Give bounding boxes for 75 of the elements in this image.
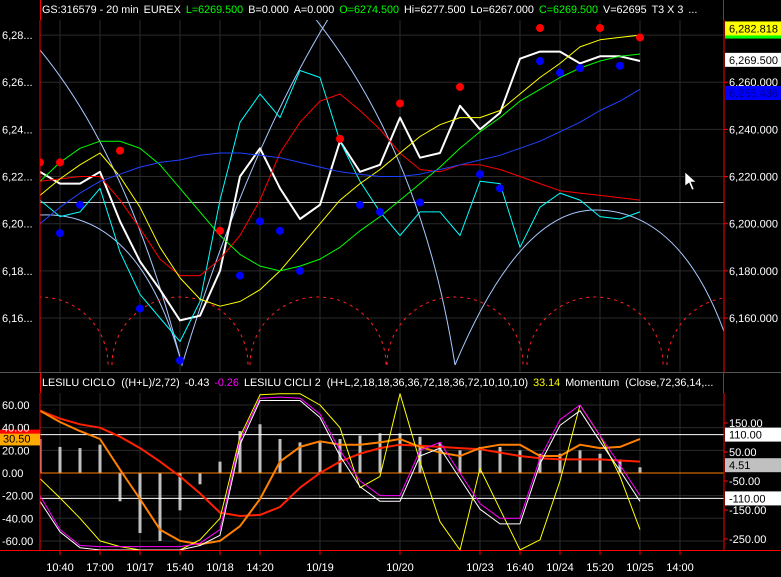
x-tick-label: 17:00 [86, 562, 114, 574]
axis-label: 6,180.000 [724, 266, 778, 278]
axis-label: -20.00 [2, 490, 34, 503]
x-tick-label: 14:00 [666, 562, 694, 574]
indicator-label: -0.43 [184, 376, 210, 390]
indicator-label: -0.26 [214, 376, 239, 390]
axis-label: 6,16... [2, 313, 33, 325]
quote-field: T3 X 3 [652, 3, 684, 17]
value-tag: -110.00 [725, 491, 781, 506]
x-tick-label: 14:20 [246, 562, 274, 574]
axis-label: 6,24... [2, 124, 33, 136]
axis-label: 6,18... [2, 266, 33, 278]
axis-label: -50.00 [724, 476, 760, 488]
x-tick-label: 10/19 [306, 562, 334, 574]
axis-label: 6,220.000 [724, 172, 778, 184]
quote-field: L=6269.500 [186, 3, 244, 17]
x-tick-label: 10/25 [626, 562, 654, 574]
axis-label: 6,160.000 [724, 313, 778, 325]
time-label: 10/24 [546, 550, 574, 574]
time-label: 10/25 [626, 550, 654, 574]
time-label: 10/18 [206, 550, 234, 574]
x-tick-label: 15:20 [586, 562, 614, 574]
axis-label: 20.00 [2, 445, 30, 458]
x-tick-label: 10/24 [546, 562, 574, 574]
axis-label: 60.00 [2, 400, 30, 412]
indicator-label: LESILU CICLI 2 (H+L,2,18,18,36,36,72,18,36,72,10,10,10) [244, 376, 528, 390]
price-tag: 6,255.436 [725, 86, 781, 100]
time-label: 10:40 [46, 550, 74, 574]
time-label: 14:20 [246, 550, 274, 574]
time-label: 10/23 [466, 550, 494, 574]
axis-label: -40.00 [2, 513, 34, 526]
x-tick-label: 10:40 [46, 562, 74, 574]
axis-label: 6,240.000 [724, 124, 778, 136]
indicator-label: LESILU CICLO ((H+L)/2,72) [42, 376, 180, 390]
axis-label: -150.00 [724, 505, 766, 517]
x-tick-label: 15:40 [166, 562, 194, 574]
quote-field: ... [688, 3, 698, 17]
quote-field: EUREX [144, 3, 181, 17]
quote-field: Hi=6277.500 [404, 3, 466, 17]
axis-label: 6,26... [2, 77, 33, 90]
x-tick-label: 10/23 [466, 562, 494, 574]
time-label: 17:00 [86, 550, 114, 574]
quote-field: V=62695 [603, 3, 647, 17]
time-label: 10/19 [306, 550, 334, 574]
axis-label: 50.00 [724, 447, 757, 459]
axis-label: 0.00 [2, 468, 24, 480]
axis-label: 6,20... [2, 218, 33, 231]
x-tick-label: 10/20 [386, 562, 414, 574]
axis-label: 6,22... [2, 172, 33, 184]
quote-field: C=6269.500 [538, 3, 598, 17]
quote-field: Lo=6267.000 [470, 3, 534, 17]
time-label: 15:20 [586, 550, 614, 574]
quote-field: O=6274.500 [339, 3, 399, 17]
axis-label: 6,200.000 [724, 218, 778, 231]
axis-label: 150.00 [724, 418, 763, 430]
price-tag: 6,269.500 [725, 52, 781, 67]
time-label: 10/17 [126, 550, 154, 574]
x-tick-label: 10/17 [126, 562, 154, 574]
x-tick-label: 10/18 [206, 562, 234, 574]
time-label: 15:40 [166, 550, 194, 574]
quote-field: GS:316579 - 20 min [42, 3, 139, 17]
indicator-label: Momentum (Close,72,36,14,... [565, 376, 714, 390]
time-label: 10/20 [386, 550, 414, 574]
x-tick-label: 16:40 [506, 562, 534, 574]
quote-field: A=0.000 [294, 3, 334, 17]
time-label: 16:40 [506, 550, 534, 574]
value-tag: 4.51 [725, 458, 781, 472]
axis-label: 6,28... [2, 30, 33, 42]
indicator-label: 33.14 [533, 376, 560, 390]
price-tag: 6,282.818 [725, 21, 781, 36]
axis-label: -60.00 [2, 536, 34, 548]
value-tag: 110.00 [725, 428, 781, 442]
time-label: 14:00 [666, 550, 694, 574]
axis-label: -250.00 [724, 534, 766, 546]
quote-field: B=0.000 [248, 3, 289, 17]
